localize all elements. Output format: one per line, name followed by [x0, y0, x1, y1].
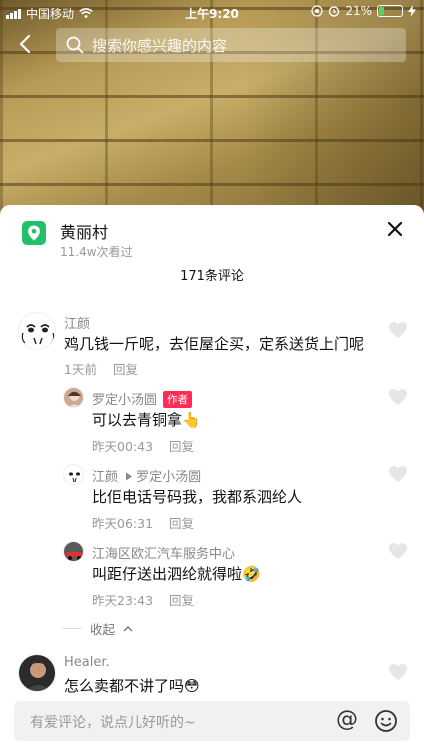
emoji-button[interactable] [374, 709, 398, 737]
battery-percent: 21% [345, 4, 372, 18]
reply-time: 昨天00:43 [92, 439, 154, 454]
avatar[interactable] [18, 312, 56, 350]
comment-text: 鸡几钱一斤呢，去佢屋企买，定系送货上门呢 [64, 335, 365, 353]
reply-button[interactable]: 回复 [169, 516, 194, 531]
author-badge: 作者 [163, 391, 193, 408]
reply-emoji: 🤣 [242, 565, 261, 583]
comment-input-placeholder: 有爱评论，说点儿好听的~ [30, 715, 196, 731]
avatar[interactable] [18, 654, 56, 692]
play-triangle-icon [126, 472, 133, 481]
close-button[interactable] [387, 219, 403, 239]
search-icon [66, 36, 84, 54]
location-name: 黄丽村 [60, 223, 109, 242]
reply-text: 可以去青铜拿 [92, 411, 183, 429]
reply-button[interactable]: 回复 [113, 362, 138, 377]
mention-at-icon[interactable]: @ [336, 707, 358, 732]
search-placeholder: 搜索你感兴趣的内容 [92, 36, 228, 55]
like-heart-icon[interactable] [388, 542, 408, 560]
back-button[interactable] [14, 32, 38, 56]
reply-author[interactable]: 江海区欧汇汽车服务中心 [92, 543, 235, 562]
collapse-replies-button[interactable]: 收起 [62, 619, 133, 638]
battery-icon [377, 5, 403, 17]
reply-author[interactable]: 江颜 [92, 470, 118, 485]
close-icon [387, 221, 403, 237]
reply-time: 昨天23:43 [92, 593, 154, 608]
chevron-up-icon [123, 626, 133, 632]
comment-input[interactable]: 有爱评论，说点儿好听的~ @ [14, 701, 410, 741]
location-arrow-icon [311, 5, 323, 17]
like-heart-icon[interactable] [388, 388, 408, 406]
comment-author[interactable]: Healer. [64, 655, 110, 670]
reply-text: 比佢电话号码我，我都系泗纶人 [92, 488, 303, 506]
chevron-left-icon [19, 34, 31, 54]
alarm-icon [329, 6, 340, 17]
location-views: 11.4w次看过 [60, 245, 133, 259]
reply-text: 叫距仔送出泗纶就得啦 [92, 565, 243, 583]
reply-emoji: 👆 [182, 411, 201, 429]
reply-time: 昨天06:31 [92, 516, 154, 531]
comment-author[interactable]: 江颜 [64, 313, 90, 332]
comment-text: 怎么卖都不讲了吗 [64, 677, 185, 695]
like-heart-icon[interactable] [388, 321, 408, 339]
reply-button[interactable]: 回复 [169, 439, 194, 454]
charging-icon [408, 5, 416, 17]
like-heart-icon[interactable] [388, 663, 408, 681]
reply-author[interactable]: 罗定小汤圆 [92, 393, 157, 408]
collapse-label: 收起 [90, 622, 116, 637]
avatar[interactable] [63, 464, 84, 485]
divider [62, 628, 82, 629]
reply-button[interactable]: 回复 [169, 593, 194, 608]
avatar[interactable] [63, 387, 84, 408]
like-heart-icon[interactable] [388, 465, 408, 483]
search-input[interactable]: 搜索你感兴趣的内容 [56, 28, 406, 62]
comment-time: 1天前 [64, 362, 97, 377]
comment-emoji: 😳 [184, 677, 200, 695]
comment-count: 171条评论 [180, 269, 244, 284]
status-bar: 中国移动 上午9:20 21% [0, 0, 424, 24]
reply-to-user[interactable]: 罗定小汤圆 [136, 470, 201, 485]
location-pin-icon [22, 221, 46, 245]
location-header[interactable]: 黄丽村 11.4w次看过 [22, 219, 403, 259]
avatar[interactable] [63, 541, 84, 562]
smiley-icon [375, 710, 397, 732]
